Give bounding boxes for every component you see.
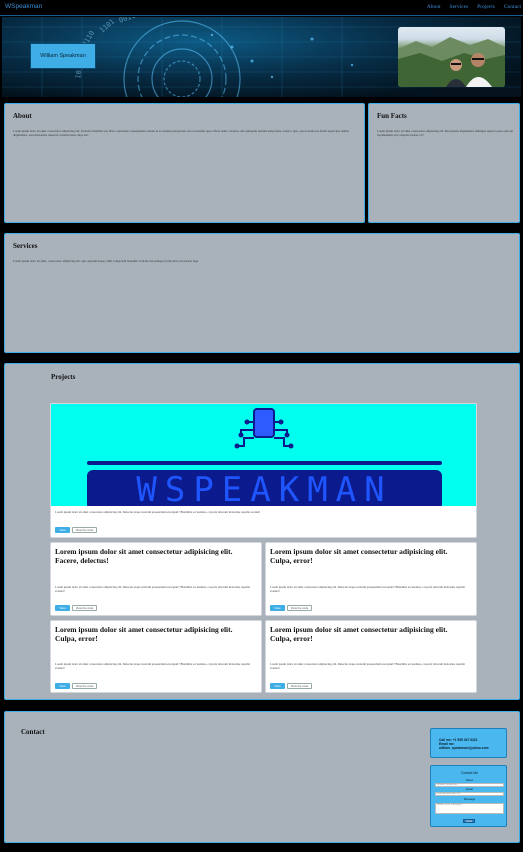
nav-links: About Services Projects Contact bbox=[427, 4, 521, 10]
top-nav: WSpeakman About Services Projects Contac… bbox=[0, 0, 523, 16]
featured-view-button[interactable]: View bbox=[55, 527, 70, 533]
project-card-body: Lorem ipsum dolor sit amet consectetur a… bbox=[270, 585, 465, 593]
project-view-button[interactable]: View bbox=[55, 605, 70, 611]
about-title: About bbox=[13, 112, 32, 120]
project-logo-banner: WSPEAKMAN bbox=[51, 404, 476, 506]
project-card: Lorem ipsum dolor sit amet consectetur a… bbox=[265, 542, 477, 616]
contact-info-box: Call me: +1 555 347 6321 Email me: willi… bbox=[430, 728, 507, 758]
name-label: Name bbox=[465, 779, 474, 782]
svg-text:0011: 0011 bbox=[118, 17, 137, 25]
project-card: Lorem ipsum dolor sit amet consectetur a… bbox=[50, 542, 262, 616]
photo-illustration bbox=[398, 37, 505, 87]
project-card-title: Lorem ipsum dolor sit amet consectetur a… bbox=[55, 625, 233, 643]
project-card-body: Lorem ipsum dolor sit amet consectetur a… bbox=[270, 662, 465, 670]
services-body: Lorem ipsum dolor sit amet, consectetur … bbox=[13, 259, 199, 263]
project-card-title: Lorem ipsum dolor sit amet consectetur a… bbox=[270, 547, 448, 565]
contact-form-title: Contact Me bbox=[461, 771, 478, 775]
nav-link-projects[interactable]: Projects bbox=[477, 4, 495, 10]
project-view-button[interactable]: View bbox=[55, 683, 70, 689]
contact-title: Contact bbox=[21, 728, 45, 736]
services-section: Services Lorem ipsum dolor sit amet, con… bbox=[4, 233, 520, 353]
project-code-button[interactable]: View the code bbox=[72, 605, 97, 611]
project-view-button[interactable]: View bbox=[270, 605, 285, 611]
hero-name-badge: William Speakman bbox=[31, 44, 95, 68]
profile-photo bbox=[398, 27, 505, 87]
message-field[interactable]: What's your message? bbox=[435, 803, 504, 814]
project-logo-text: WSPEAKMAN bbox=[136, 470, 393, 506]
project-card-title: Lorem ipsum dolor sit amet consectetur a… bbox=[55, 547, 233, 565]
fun-facts-title: Fun Facts bbox=[377, 112, 407, 120]
nav-link-services[interactable]: Services bbox=[450, 4, 469, 10]
project-card-body: Lorem ipsum dolor sit amet consectetur a… bbox=[55, 662, 250, 670]
about-section: About Lorem ipsum dolor sit amet consect… bbox=[4, 103, 365, 223]
featured-code-button[interactable]: View the code bbox=[72, 527, 97, 533]
nav-link-about[interactable]: About bbox=[427, 4, 441, 10]
project-view-button[interactable]: View bbox=[270, 683, 285, 689]
project-code-button[interactable]: View the code bbox=[72, 683, 97, 689]
contact-form: Contact Me Name William Speakman Email e… bbox=[430, 765, 507, 827]
fun-facts-section: Fun Facts Lorem ipsum dolor sit amet con… bbox=[368, 103, 520, 223]
svg-text:1101: 1101 bbox=[98, 18, 116, 35]
hero-banner: 0110 1101 0011 1010 William Speakman bbox=[2, 17, 521, 97]
brand-link[interactable]: WSpeakman bbox=[5, 3, 42, 10]
projects-title: Projects bbox=[51, 373, 76, 381]
project-code-button[interactable]: View the code bbox=[287, 605, 312, 611]
nav-link-contact[interactable]: Contact bbox=[504, 4, 521, 10]
project-card-title: Lorem ipsum dolor sit amet consectetur a… bbox=[270, 625, 448, 643]
contact-email[interactable]: william_speakman@yahoo.com bbox=[439, 746, 498, 750]
email-label: Email bbox=[466, 788, 473, 791]
project-code-button[interactable]: View the code bbox=[287, 683, 312, 689]
project-card: Lorem ipsum dolor sit amet consectetur a… bbox=[50, 620, 262, 693]
fun-facts-body: Lorem ipsum dolor sit amet consectetur a… bbox=[377, 129, 514, 137]
email-field[interactable]: example@email.com bbox=[435, 792, 504, 796]
featured-project-card: WSPEAKMAN Lorem ipsum dolor sit amet con… bbox=[50, 403, 477, 538]
featured-project-body: Lorem ipsum dolor sit amet consectetur a… bbox=[55, 510, 261, 514]
message-label: Message bbox=[464, 798, 475, 801]
send-button[interactable]: Send bbox=[463, 819, 475, 823]
about-body: Lorem ipsum dolor sit amet consectetur a… bbox=[13, 129, 349, 137]
project-card: Lorem ipsum dolor sit amet consectetur a… bbox=[265, 620, 477, 693]
services-title: Services bbox=[13, 242, 38, 250]
name-field[interactable]: William Speakman bbox=[435, 783, 504, 787]
project-card-body: Lorem ipsum dolor sit amet consectetur a… bbox=[55, 585, 250, 593]
projects-section: Projects WSPEAKMAN Lorem ipsum dolor sit… bbox=[4, 363, 520, 700]
